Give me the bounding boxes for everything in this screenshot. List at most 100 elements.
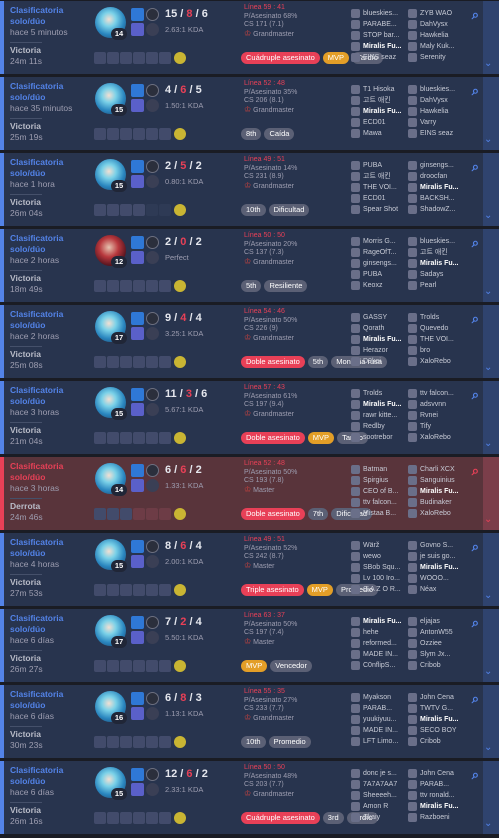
player-entry[interactable]: ginsengs...	[351, 258, 408, 269]
player-entry[interactable]: Amon R	[351, 801, 408, 812]
player-entry[interactable]: Keoxz	[351, 280, 408, 291]
rune-icon[interactable]	[146, 707, 159, 720]
chevron-down-icon[interactable]: ⌄	[484, 818, 492, 829]
summoner-spell-icon[interactable]	[131, 692, 144, 705]
player-entry[interactable]: hehe	[351, 627, 408, 638]
item-icon[interactable]	[146, 356, 158, 368]
ward-icon[interactable]	[174, 52, 186, 64]
player-entry[interactable]: C0nflipS...	[351, 660, 408, 671]
player-entry[interactable]: Hawkelia	[408, 30, 465, 41]
player-entry[interactable]: Sheeeeh...	[351, 790, 408, 801]
player-entry[interactable]: Miralis Fu...	[351, 399, 408, 410]
summoner-spell-icon[interactable]	[131, 160, 144, 173]
player-entry[interactable]: Mawa	[351, 128, 408, 139]
item-icon[interactable]	[107, 584, 119, 596]
player-entry[interactable]: PUBA	[351, 269, 408, 280]
item-icon[interactable]	[107, 660, 119, 672]
player-entry[interactable]: Miralis Fu...	[351, 616, 408, 627]
rune-icon[interactable]	[146, 783, 159, 796]
item-icon[interactable]	[159, 280, 171, 292]
summoner-spell-icon[interactable]	[131, 312, 144, 325]
rune-icon[interactable]	[146, 403, 159, 416]
player-entry[interactable]: Budinaker	[408, 497, 465, 508]
summoner-spell-icon[interactable]	[131, 99, 144, 112]
player-entry[interactable]: Razboeni	[408, 812, 465, 823]
player-entry[interactable]: PARABE...	[351, 19, 408, 30]
chevron-down-icon[interactable]: ⌄	[484, 362, 492, 373]
player-entry[interactable]: Miralis Fu...	[351, 106, 408, 117]
player-entry[interactable]: Cribob	[408, 660, 465, 671]
player-entry[interactable]: Miralis Fu...	[408, 562, 465, 573]
rune-icon[interactable]	[146, 464, 159, 477]
ward-icon[interactable]	[174, 432, 186, 444]
item-icon[interactable]	[159, 128, 171, 140]
search-icon[interactable]: ⌕	[472, 83, 479, 99]
player-entry[interactable]: PARAB...	[351, 703, 408, 714]
player-entry[interactable]: LFT Limo...	[351, 736, 408, 747]
expand-panel[interactable]: ⌄	[483, 77, 499, 150]
item-icon[interactable]	[94, 736, 106, 748]
ward-icon[interactable]	[174, 736, 186, 748]
player-entry[interactable]: ttv ronald...	[408, 790, 465, 801]
player-entry[interactable]: GASSY	[351, 312, 408, 323]
player-entry[interactable]: STOP bar...	[351, 30, 408, 41]
player-entry[interactable]: Myakson	[351, 692, 408, 703]
player-entry[interactable]: PARAB...	[408, 779, 465, 790]
item-icon[interactable]	[159, 432, 171, 444]
player-entry[interactable]: ZYB WAO	[408, 8, 465, 19]
player-entry[interactable]: 고트 애킨	[351, 95, 408, 106]
player-entry[interactable]: Cribob	[408, 736, 465, 747]
expand-panel[interactable]: ⌄	[483, 153, 499, 226]
item-icon[interactable]	[159, 812, 171, 824]
player-entry[interactable]: Batman	[351, 464, 408, 475]
search-icon[interactable]: ⌕	[472, 691, 479, 707]
ward-icon[interactable]	[174, 584, 186, 596]
item-icon[interactable]	[120, 204, 132, 216]
ward-icon[interactable]	[174, 280, 186, 292]
item-icon[interactable]	[107, 52, 119, 64]
expand-panel[interactable]: ⌄	[483, 1, 499, 74]
chevron-down-icon[interactable]: ⌄	[484, 58, 492, 69]
player-entry[interactable]: Wärž	[351, 540, 408, 551]
player-entry[interactable]: je suis go...	[408, 551, 465, 562]
chevron-down-icon[interactable]: ⌄	[484, 742, 492, 753]
player-entry[interactable]: THE VOI...	[408, 334, 465, 345]
summoner-spell-icon[interactable]	[131, 403, 144, 416]
item-icon[interactable]	[133, 356, 145, 368]
player-entry[interactable]: blueskies...	[408, 236, 465, 247]
match-row[interactable]: Clasificatoria solo/dúo hace 35 minutos Vi…	[0, 77, 499, 150]
player-entry[interactable]: Trolds	[408, 312, 465, 323]
player-entry[interactable]: THE VOI...	[351, 182, 408, 193]
player-entry[interactable]: Miralis Fu...	[351, 41, 408, 52]
summoner-spell-icon[interactable]	[131, 327, 144, 340]
item-icon[interactable]	[146, 736, 158, 748]
summoner-spell-icon[interactable]	[131, 540, 144, 553]
item-icon[interactable]	[120, 736, 132, 748]
player-entry[interactable]: PUBA	[351, 160, 408, 171]
match-row[interactable]: Clasificatoria solo/dúo hace 5 minutos Vic…	[0, 1, 499, 74]
search-icon[interactable]: ⌕	[472, 615, 479, 631]
search-icon[interactable]: ⌕	[472, 463, 479, 479]
item-icon[interactable]	[107, 812, 119, 824]
summoner-spell-icon[interactable]	[131, 236, 144, 249]
ward-icon[interactable]	[174, 812, 186, 824]
player-entry[interactable]: EINS seaz	[351, 52, 408, 63]
match-row[interactable]: Clasificatoria solo/dúo hace 6 días Victor…	[0, 685, 499, 758]
player-entry[interactable]: EINS seaz	[408, 128, 465, 139]
player-entry[interactable]: Miralis Fu...	[408, 714, 465, 725]
expand-panel[interactable]: ⌄	[483, 533, 499, 606]
player-entry[interactable]: Néax	[408, 584, 465, 595]
item-icon[interactable]	[107, 280, 119, 292]
rune-icon[interactable]	[146, 84, 159, 97]
summoner-spell-icon[interactable]	[131, 464, 144, 477]
item-icon[interactable]	[94, 204, 106, 216]
rune-icon[interactable]	[146, 236, 159, 249]
item-icon[interactable]	[146, 432, 158, 444]
rune-icon[interactable]	[146, 99, 159, 112]
expand-panel[interactable]: ⌄	[483, 457, 499, 530]
player-entry[interactable]: Skaiy	[351, 812, 408, 823]
item-icon[interactable]	[107, 736, 119, 748]
summoner-spell-icon[interactable]	[131, 23, 144, 36]
player-entry[interactable]: RageOfT...	[351, 247, 408, 258]
player-entry[interactable]: Miralis Fu...	[408, 182, 465, 193]
